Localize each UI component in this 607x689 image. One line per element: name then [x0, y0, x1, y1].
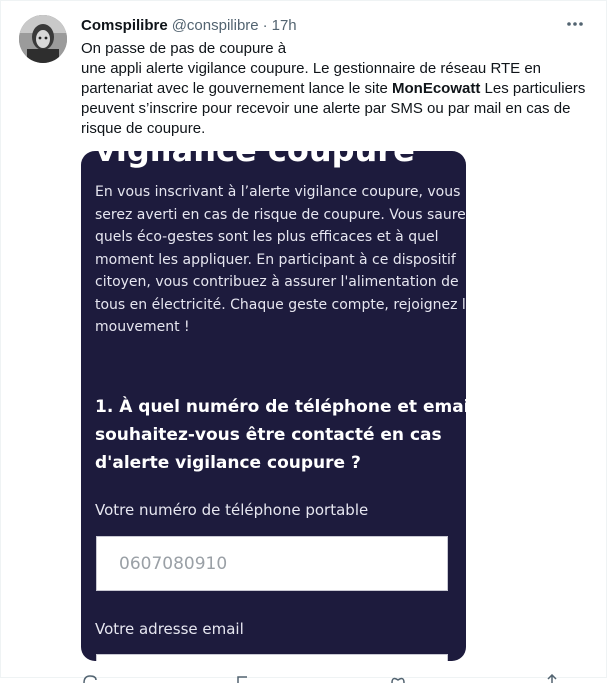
like-button[interactable] — [389, 671, 407, 684]
display-name[interactable]: Comspilibre — [81, 17, 168, 34]
media-heading: vigilance coupure — [95, 151, 415, 169]
user-handle[interactable]: @conspilibre — [172, 17, 259, 34]
tweet-header: Comspilibre @conspilibre · 17h — [81, 15, 297, 35]
media-intro-line: citoyen, vous contribuez à assurer l'ali… — [95, 274, 459, 290]
email-field — [96, 654, 448, 661]
media-intro-line: tous en électricité. Chaque geste compte… — [95, 296, 466, 313]
phone-field-label: Votre numéro de téléphone portable — [95, 501, 369, 519]
share-button[interactable] — [543, 671, 561, 683]
media-question-line: souhaitez-vous être contacté en cas — [95, 425, 442, 445]
mention-link[interactable]: MonEcowatt — [392, 80, 480, 97]
tweet-text-line: risque de coupure. — [81, 120, 206, 137]
media-intro-text: En vous inscrivant à l’alerte vigilance … — [95, 181, 466, 339]
retweet-button[interactable] — [235, 671, 253, 683]
tweet-text-line: peuvent s’inscrire pour recevoir une ale… — [81, 100, 571, 117]
media-intro-line: moment les appliquer. En participant à c… — [95, 251, 456, 268]
tweet-actions — [81, 671, 561, 684]
retweet-icon — [237, 676, 247, 683]
share-icon — [547, 673, 557, 683]
more-options-button[interactable] — [564, 13, 586, 35]
phone-field: 0607080910 — [96, 536, 448, 591]
tweet[interactable]: Comspilibre @conspilibre · 17h On passe … — [0, 0, 607, 684]
tweet-media-image[interactable]: vigilance coupure En vous inscrivant à l… — [81, 151, 466, 661]
reply-icon — [83, 675, 97, 684]
media-intro-line: serez averti en cas de risque de coupure… — [95, 206, 466, 223]
media-intro-line: En vous inscrivant à l’alerte vigilance … — [95, 184, 461, 200]
media-intro-line: mouvement ! — [95, 319, 190, 335]
like-icon — [391, 677, 405, 684]
avatar-image — [19, 15, 67, 63]
media-question: 1. À quel numéro de téléphone et email s… — [95, 393, 466, 477]
tweet-text-line: une appli alerte vigilance coupure. Le g… — [81, 60, 542, 77]
tweet-text: On passe de pas de coupure à une appli a… — [81, 39, 591, 139]
media-question-line: d'alerte vigilance coupure ? — [95, 453, 361, 473]
reply-button[interactable] — [81, 671, 99, 684]
avatar[interactable] — [19, 15, 67, 63]
tweet-text-line: On passe de pas de coupure à — [81, 40, 287, 57]
media-intro-line: quels éco-gestes sont les plus efficaces… — [95, 229, 439, 245]
tweet-text-fragment: Les particuliers — [480, 80, 586, 97]
tweet-text-fragment: partenariat avec le gouvernement lance l… — [81, 80, 393, 97]
separator-dot: · — [262, 16, 268, 34]
tweet-text-line: partenariat avec le gouvernement lance l… — [81, 79, 591, 99]
tweet-timestamp[interactable]: 17h — [272, 17, 297, 34]
more-horizontal-icon — [567, 22, 583, 26]
media-question-line: 1. À quel numéro de téléphone et email — [95, 397, 466, 417]
email-field-label: Votre adresse email — [95, 620, 244, 638]
